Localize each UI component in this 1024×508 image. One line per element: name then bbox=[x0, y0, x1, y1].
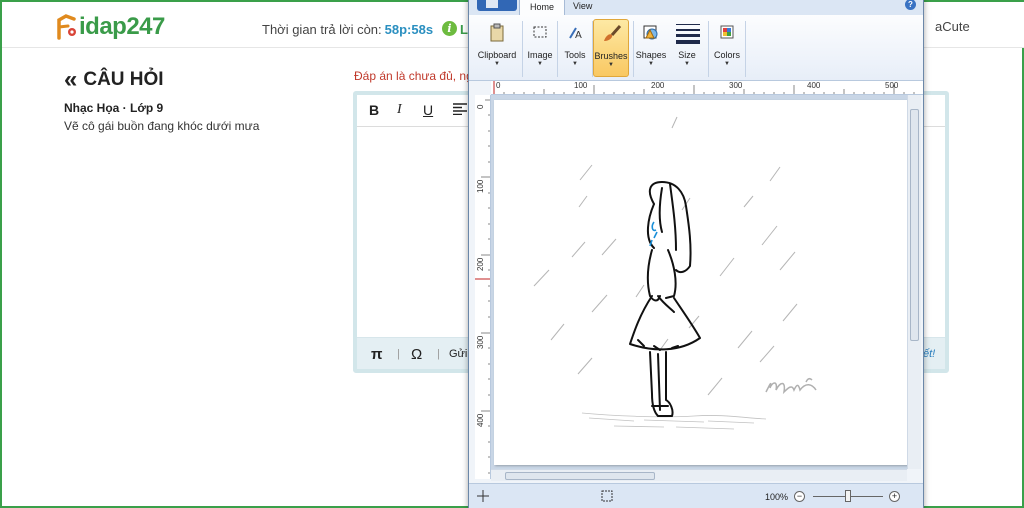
image-group[interactable]: Image ▼ bbox=[524, 19, 556, 77]
page-title[interactable]: « CÂU HỎI bbox=[64, 68, 164, 92]
user-name[interactable]: aCute bbox=[935, 19, 970, 34]
horizontal-scroll-thumb[interactable] bbox=[505, 472, 655, 480]
zoom-in-button[interactable]: + bbox=[889, 491, 900, 502]
info-text[interactable]: L bbox=[460, 22, 468, 37]
tab-home[interactable]: Home bbox=[519, 0, 566, 15]
size-icon bbox=[675, 21, 700, 45]
logo-mark-icon bbox=[56, 14, 78, 40]
footer-link[interactable]: ết! bbox=[923, 348, 935, 360]
image-label: Image bbox=[527, 50, 553, 60]
back-chevron-icon[interactable]: « bbox=[64, 68, 77, 92]
brushes-label: Brushes bbox=[594, 51, 628, 61]
clipboard-label: Clipboard bbox=[477, 50, 517, 60]
size-label: Size bbox=[678, 50, 696, 60]
question-subject: Nhạc Họa · Lớp 9 bbox=[64, 101, 164, 115]
zoom-out-button[interactable]: − bbox=[794, 491, 805, 502]
vertical-scrollbar[interactable] bbox=[907, 95, 921, 469]
question-text: Vẽ cô gái buồn đang khóc dưới mưa bbox=[64, 119, 260, 133]
tools-icon: A bbox=[563, 21, 587, 45]
cursor-position-icon bbox=[477, 490, 489, 504]
clipboard-group[interactable]: Clipboard ▼ bbox=[475, 19, 519, 77]
zoom-slider-thumb[interactable] bbox=[845, 490, 851, 502]
align-left-icon[interactable] bbox=[453, 102, 467, 118]
drawing-canvas[interactable] bbox=[494, 100, 908, 465]
omega-button[interactable]: Ω bbox=[411, 346, 422, 363]
timer-value: 58p:58s bbox=[384, 22, 434, 37]
vertical-scroll-thumb[interactable] bbox=[910, 109, 919, 341]
shapes-group[interactable]: Shapes ▼ bbox=[635, 19, 667, 77]
help-icon[interactable]: ? bbox=[905, 0, 916, 10]
tools-label: Tools bbox=[564, 50, 586, 60]
clipboard-icon bbox=[485, 21, 509, 45]
send-button[interactable]: Gửi bbox=[449, 348, 467, 360]
size-group[interactable]: Size ▼ bbox=[671, 19, 703, 77]
colors-label: Colors bbox=[713, 50, 740, 60]
paint-window[interactable]: Home View ? Clipboard ▼ Image ▼ A Tools … bbox=[468, 0, 924, 508]
canvas-area bbox=[491, 95, 921, 469]
answer-warning: Đáp án là chưa đủ, ng bbox=[354, 69, 473, 83]
ribbon-tab-bar: Home View ? bbox=[469, 0, 923, 15]
tools-group[interactable]: A Tools ▼ bbox=[559, 19, 591, 77]
underline-button[interactable]: U bbox=[423, 102, 433, 118]
horizontal-ruler: 0 100 200 300 400 500 bbox=[491, 81, 923, 95]
italic-button[interactable]: I bbox=[397, 102, 402, 118]
logo-text: idap247 bbox=[79, 13, 165, 40]
page-title-text: CÂU HỎI bbox=[83, 69, 164, 90]
crying-girl-drawing bbox=[533, 116, 817, 430]
select-icon bbox=[528, 21, 552, 45]
bold-button[interactable]: B bbox=[369, 102, 379, 118]
timer: Thời gian trả lời còn: 58p:58s bbox=[262, 22, 433, 37]
info-icon[interactable]: i bbox=[442, 21, 457, 36]
brush-icon bbox=[599, 22, 623, 46]
site-logo[interactable]: idap247 bbox=[56, 12, 165, 42]
status-bar: 100% − + bbox=[469, 483, 923, 508]
shapes-icon bbox=[639, 21, 663, 45]
colors-group[interactable]: Colors ▼ bbox=[711, 19, 743, 77]
timer-label: Thời gian trả lời còn: bbox=[262, 22, 382, 37]
signature-mua bbox=[765, 377, 817, 395]
colors-icon bbox=[715, 21, 739, 45]
teardrops bbox=[649, 221, 658, 247]
girl-figure bbox=[629, 181, 701, 417]
brushes-group[interactable]: Brushes ▼ bbox=[593, 19, 629, 77]
vertical-ruler: 0 100 200 300 400 bbox=[475, 95, 491, 479]
selection-size-icon bbox=[601, 490, 613, 504]
zoom-level: 100% bbox=[765, 492, 789, 502]
shapes-label: Shapes bbox=[635, 50, 667, 60]
paint-menu-button[interactable] bbox=[477, 0, 517, 11]
tab-view[interactable]: View bbox=[573, 1, 592, 11]
svg-text:A: A bbox=[575, 30, 582, 41]
horizontal-scrollbar[interactable] bbox=[491, 469, 907, 481]
pi-button[interactable]: π bbox=[371, 346, 382, 363]
ribbon: Clipboard ▼ Image ▼ A Tools ▼ Brushes ▼ bbox=[469, 15, 923, 81]
